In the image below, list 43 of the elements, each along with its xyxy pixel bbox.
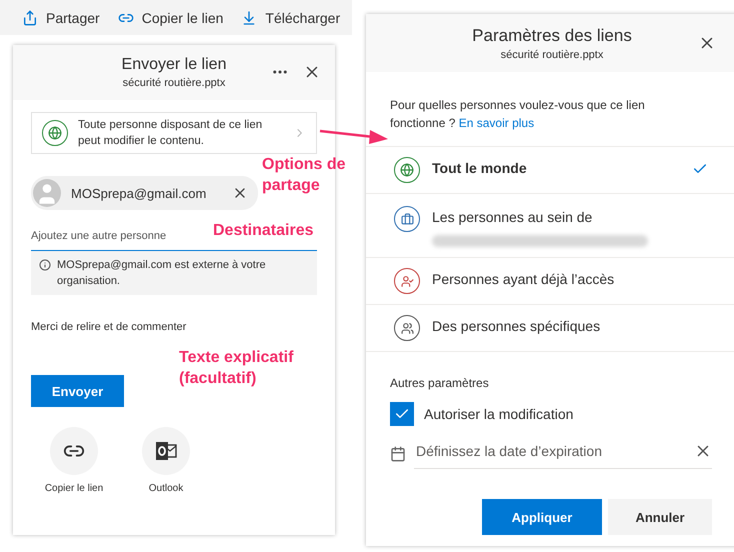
option-label: Tout le monde [432,160,527,176]
annotation-label: Texte explicatif (facultatif) [179,348,294,389]
learn-more-link[interactable]: En savoir plus [458,116,534,130]
message-text[interactable]: Merci de relire et de commenter [31,321,317,333]
audience-option[interactable]: Tout le monde [366,146,734,193]
annotation-label: Options de partage [262,155,347,196]
share-icon [22,10,38,26]
audience-option[interactable]: Les personnes au sein de [366,193,734,257]
people-icon [400,274,414,288]
briefcase-icon [400,212,414,226]
toolbar-button[interactable]: Partager [22,10,100,26]
allow-edit-checkbox[interactable]: Autoriser la modification [390,402,712,426]
link-settings-button[interactable]: Toute personne disposant de ce lien peut modifier le contenu. [31,112,317,154]
dialog-title: Paramètres des liens [472,26,632,46]
outlook-icon [154,439,178,463]
apply-button[interactable]: Appliquer [482,499,602,535]
send-button[interactable]: Envoyer [31,375,124,407]
expiration-date-field[interactable]: Définissez la date d’expiration [414,442,694,460]
cancel-button[interactable]: Annuler [608,499,712,535]
file-name: sécurité routière.pptx [500,48,604,60]
notice-text: MOSprepa@gmail.com est externe à votre organisation. [57,258,267,289]
calendar-icon [390,446,406,462]
file-name: sécurité routière.pptx [122,77,226,89]
globe-icon [42,120,68,146]
option-label: Des personnes spécifiques [432,318,600,334]
recipient-email: MOSprepa@gmail.com [71,186,206,200]
info-icon [39,259,51,271]
avatar-icon [33,179,61,207]
audience-option[interactable]: Personnes ayant déjà l’accès [366,257,734,304]
share-option[interactable]: Outlook [131,427,201,494]
audience-option[interactable]: Des personnes spécifiques [366,304,734,351]
checkbox[interactable] [390,402,414,426]
globe-icon [400,163,414,177]
option-label: Personnes ayant déjà l’accès [432,271,614,287]
share-option[interactable]: Copier le lien [39,427,109,494]
question-text: Pour quelles personnes voulez-vous que ce lien fonctionne ? En savoir plus [389,97,646,132]
annotation-arrow [320,130,388,144]
option-label: Les personnes au sein de [432,209,592,225]
toolbar-button[interactable]: Copier le lien [118,10,224,26]
section-label: Autres paramètres [390,376,490,390]
dialog-title: Envoyer le lien [122,56,226,74]
people-icon [400,322,414,334]
toolbar-button[interactable]: Télécharger [241,10,340,26]
